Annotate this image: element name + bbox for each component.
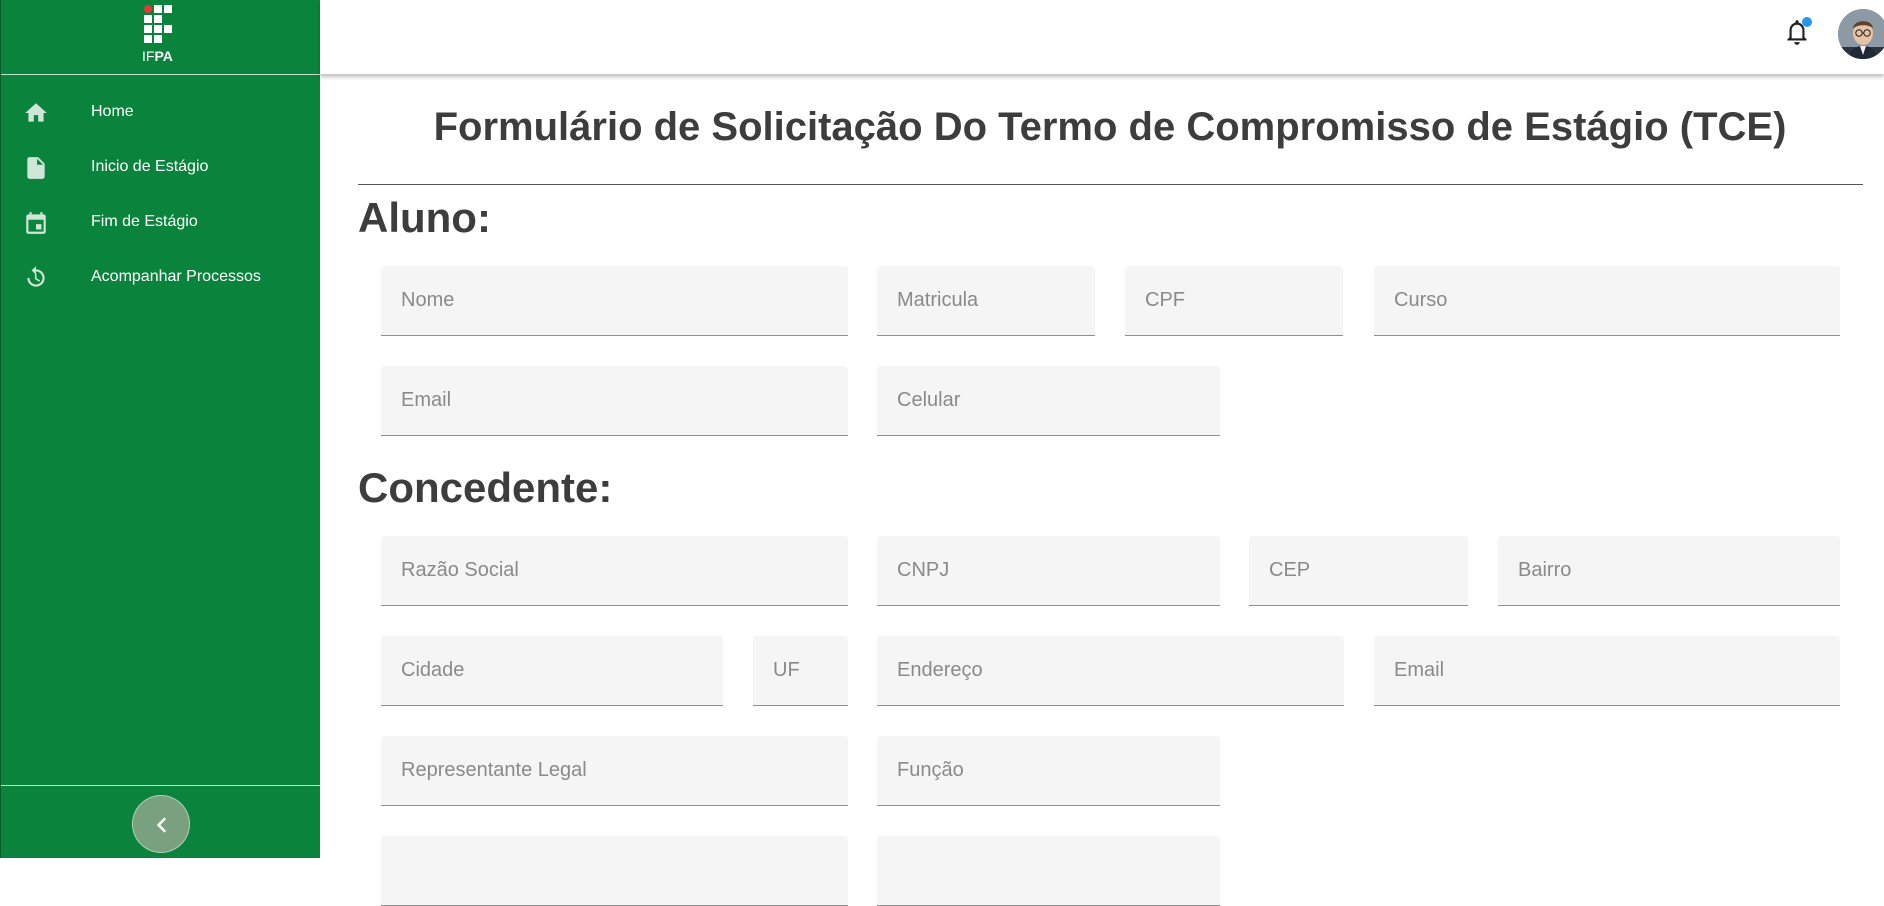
sidebar-item-label: Acompanhar Processos	[91, 268, 261, 285]
curso-input[interactable]	[1374, 266, 1840, 335]
uf-input[interactable]	[753, 636, 848, 705]
logo[interactable]: IFPA	[1, 0, 321, 74]
cidade-input[interactable]	[381, 636, 723, 705]
next-row-field[interactable]	[877, 836, 1220, 906]
funcao-input[interactable]	[877, 736, 1220, 805]
nome-field[interactable]	[381, 266, 848, 336]
uf-field[interactable]	[753, 636, 848, 706]
cnpj-input[interactable]	[877, 536, 1220, 605]
chevron-left-icon	[157, 817, 166, 833]
sidebar: IFPA Home Inicio de Estágio Fim de Estág…	[0, 0, 321, 858]
sidebar-bottom-divider	[1, 785, 321, 786]
section-title-aluno: Aluno:	[358, 194, 491, 241]
sidebar-item-label: Fim de Estágio	[91, 213, 198, 230]
sidebar-item-inicio-estagio[interactable]: Inicio de Estágio	[1, 143, 321, 191]
avatar[interactable]	[1838, 9, 1884, 59]
sidebar-item-acompanhar-processos[interactable]: Acompanhar Processos	[1, 253, 321, 301]
cpf-field[interactable]	[1125, 266, 1343, 336]
celular-input[interactable]	[877, 366, 1220, 435]
cnpj-field[interactable]	[877, 536, 1220, 606]
concedente-email-field[interactable]	[1374, 636, 1840, 706]
matricula-input[interactable]	[877, 266, 1095, 335]
sidebar-item-label: Inicio de Estágio	[91, 158, 209, 175]
cidade-field[interactable]	[381, 636, 723, 706]
document-icon	[23, 155, 49, 181]
section-title-concedente: Concedente:	[358, 464, 613, 511]
collapse-sidebar-button[interactable]	[132, 795, 190, 853]
refresh-icon	[23, 265, 49, 291]
cpf-input[interactable]	[1125, 266, 1343, 335]
endereco-field[interactable]	[877, 636, 1344, 706]
sidebar-item-label: Home	[91, 103, 134, 120]
bairro-input[interactable]	[1498, 536, 1840, 605]
razao-social-field[interactable]	[381, 536, 848, 606]
matricula-field[interactable]	[877, 266, 1095, 336]
top-bar	[320, 0, 1884, 74]
razao-social-input[interactable]	[381, 536, 848, 605]
celular-field[interactable]	[877, 366, 1220, 436]
representante-legal-input[interactable]	[381, 736, 848, 805]
sidebar-item-fim-estagio[interactable]: Fim de Estágio	[1, 198, 321, 246]
logo-text: IFPA	[142, 48, 173, 64]
bairro-field[interactable]	[1498, 536, 1840, 606]
sidebar-item-home[interactable]: Home	[1, 88, 321, 136]
ifpa-logo-mark	[144, 5, 178, 51]
cep-field[interactable]	[1249, 536, 1468, 606]
home-icon	[23, 100, 49, 126]
aluno-email-field[interactable]	[381, 366, 848, 436]
calendar-icon	[23, 210, 49, 236]
page-title: Formulário de Solicitação Do Termo de Co…	[433, 105, 1787, 149]
sidebar-divider	[1, 74, 321, 75]
notification-dot	[1802, 17, 1812, 27]
nome-input[interactable]	[381, 266, 848, 335]
funcao-field[interactable]	[877, 736, 1220, 806]
next-row-field[interactable]	[381, 836, 848, 906]
endereco-input[interactable]	[877, 636, 1344, 705]
representante-legal-field[interactable]	[381, 736, 848, 806]
curso-field[interactable]	[1374, 266, 1840, 336]
aluno-email-input[interactable]	[381, 366, 848, 435]
cep-input[interactable]	[1249, 536, 1468, 605]
title-divider	[358, 184, 1863, 185]
concedente-email-input[interactable]	[1374, 636, 1840, 705]
